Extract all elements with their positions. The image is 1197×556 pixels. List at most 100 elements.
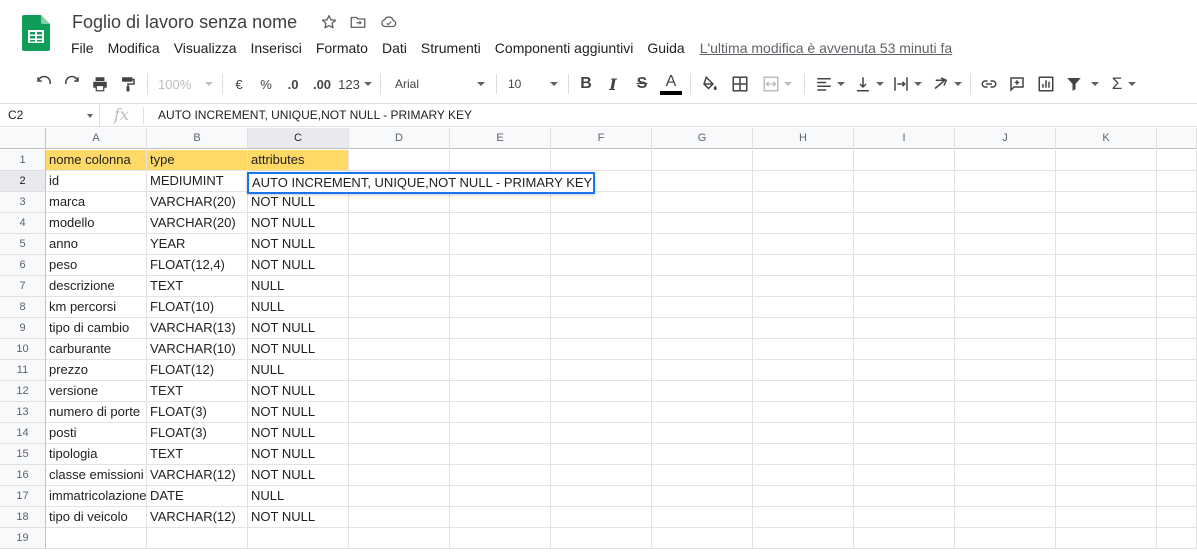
row-header[interactable]: 15 — [0, 444, 46, 465]
table-cell[interactable] — [1157, 465, 1197, 486]
table-cell[interactable] — [450, 507, 551, 528]
table-cell[interactable]: FLOAT(12) — [147, 360, 248, 381]
table-cell[interactable] — [652, 192, 753, 213]
row-header[interactable]: 18 — [0, 507, 46, 528]
table-cell[interactable] — [955, 465, 1056, 486]
table-cell[interactable]: anno — [46, 234, 147, 255]
column-header-j[interactable]: J — [955, 128, 1056, 149]
table-cell[interactable] — [450, 486, 551, 507]
table-cell[interactable] — [753, 360, 854, 381]
vertical-align-icon[interactable] — [853, 72, 885, 96]
borders-icon[interactable] — [729, 72, 751, 96]
table-cell[interactable] — [955, 192, 1056, 213]
table-cell[interactable]: id — [46, 171, 147, 192]
menu-visualizza[interactable]: Visualizza — [167, 38, 244, 58]
row-header[interactable]: 19 — [0, 528, 46, 549]
table-cell[interactable] — [248, 528, 349, 549]
table-cell[interactable]: NULL — [248, 276, 349, 297]
table-cell[interactable] — [854, 528, 955, 549]
table-cell[interactable] — [450, 360, 551, 381]
table-cell[interactable]: versione — [46, 381, 147, 402]
table-cell[interactable] — [652, 150, 753, 171]
table-cell[interactable] — [955, 444, 1056, 465]
number-format-select[interactable]: 123 — [338, 72, 372, 96]
table-cell[interactable]: TEXT — [147, 381, 248, 402]
column-header-k[interactable]: K — [1056, 128, 1157, 149]
table-cell[interactable] — [1157, 402, 1197, 423]
table-cell[interactable] — [652, 486, 753, 507]
table-cell[interactable] — [349, 465, 450, 486]
table-cell[interactable]: immatricolazione — [46, 486, 147, 507]
insert-comment-icon[interactable] — [1006, 72, 1028, 96]
table-cell[interactable]: FLOAT(3) — [147, 423, 248, 444]
table-cell[interactable] — [652, 528, 753, 549]
table-cell[interactable] — [1157, 171, 1197, 192]
document-title[interactable]: Foglio di lavoro senza nome — [72, 11, 297, 33]
table-cell[interactable] — [450, 402, 551, 423]
table-cell[interactable] — [753, 276, 854, 297]
table-cell[interactable] — [1157, 276, 1197, 297]
table-cell[interactable] — [652, 234, 753, 255]
table-cell[interactable] — [349, 486, 450, 507]
column-header-i[interactable]: I — [854, 128, 955, 149]
table-cell[interactable] — [1157, 297, 1197, 318]
menu-dati[interactable]: Dati — [375, 38, 414, 58]
table-cell[interactable] — [1056, 297, 1157, 318]
paint-format-icon[interactable] — [117, 72, 139, 96]
table-cell[interactable] — [854, 318, 955, 339]
currency-format-button[interactable]: € — [231, 72, 247, 96]
table-cell[interactable] — [1157, 150, 1197, 171]
table-cell[interactable]: NULL — [248, 486, 349, 507]
table-cell[interactable] — [349, 318, 450, 339]
table-cell[interactable]: classe emissioni — [46, 465, 147, 486]
table-cell[interactable]: tipologia — [46, 444, 147, 465]
table-cell[interactable] — [854, 444, 955, 465]
row-header[interactable]: 1 — [0, 150, 46, 171]
table-cell[interactable] — [753, 507, 854, 528]
table-cell[interactable] — [854, 402, 955, 423]
table-cell[interactable] — [753, 192, 854, 213]
table-cell[interactable] — [349, 444, 450, 465]
table-cell[interactable] — [753, 444, 854, 465]
table-cell[interactable] — [854, 339, 955, 360]
column-header-h[interactable]: H — [753, 128, 854, 149]
table-cell[interactable] — [349, 507, 450, 528]
increase-decimals-button[interactable]: .00 — [310, 72, 334, 96]
table-cell[interactable]: DATE — [147, 486, 248, 507]
table-cell[interactable] — [349, 234, 450, 255]
row-header[interactable]: 10 — [0, 339, 46, 360]
table-cell[interactable] — [753, 423, 854, 444]
table-cell[interactable] — [652, 507, 753, 528]
insert-link-icon[interactable] — [978, 72, 1000, 96]
italic-button[interactable]: I — [603, 72, 623, 96]
undo-icon[interactable] — [33, 72, 55, 96]
table-cell[interactable] — [1056, 171, 1157, 192]
table-cell[interactable] — [450, 381, 551, 402]
table-cell[interactable]: NOT NULL — [248, 234, 349, 255]
table-cell[interactable] — [753, 318, 854, 339]
table-cell[interactable] — [753, 213, 854, 234]
table-cell[interactable] — [1056, 507, 1157, 528]
table-cell[interactable] — [1157, 255, 1197, 276]
table-cell[interactable]: prezzo — [46, 360, 147, 381]
table-cell[interactable]: FLOAT(3) — [147, 402, 248, 423]
table-cell[interactable] — [551, 486, 652, 507]
row-header[interactable]: 8 — [0, 297, 46, 318]
redo-icon[interactable] — [61, 72, 83, 96]
table-cell[interactable] — [652, 255, 753, 276]
table-cell[interactable]: NOT NULL — [248, 444, 349, 465]
fill-color-icon[interactable] — [699, 72, 721, 96]
table-cell[interactable]: posti — [46, 423, 147, 444]
table-cell[interactable] — [1056, 402, 1157, 423]
table-cell[interactable]: NOT NULL — [248, 213, 349, 234]
table-cell[interactable]: FLOAT(12,4) — [147, 255, 248, 276]
column-header-g[interactable]: G — [652, 128, 753, 149]
table-cell[interactable] — [551, 276, 652, 297]
table-cell[interactable] — [955, 213, 1056, 234]
table-cell[interactable] — [349, 381, 450, 402]
table-cell[interactable]: NOT NULL — [248, 381, 349, 402]
table-cell[interactable] — [854, 423, 955, 444]
table-cell[interactable]: FLOAT(10) — [147, 297, 248, 318]
table-cell[interactable] — [551, 297, 652, 318]
table-cell[interactable] — [955, 276, 1056, 297]
